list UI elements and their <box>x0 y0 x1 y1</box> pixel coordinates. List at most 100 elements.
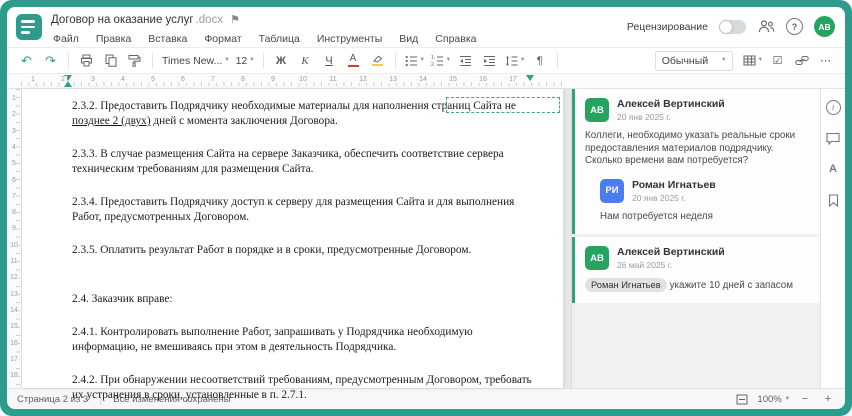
ruler-v-number: 2 <box>12 111 16 119</box>
toolbar-divider <box>262 53 264 68</box>
ruler-v-number: 7 <box>12 192 16 200</box>
printer-icon <box>80 54 93 67</box>
menu-help[interactable]: Справка <box>435 33 476 45</box>
comment-reply[interactable]: РИ Роман Игнатьев 20 янв 2025 г. Нам пот… <box>600 178 810 224</box>
document-area[interactable]: 2.3.2. Предоставить Подрядчику необходим… <box>22 89 571 401</box>
copy-button[interactable] <box>99 51 122 71</box>
comment-bubble-icon <box>826 132 840 145</box>
right-indent-marker[interactable] <box>526 75 534 81</box>
paragraph[interactable]: 2.4.1. Контролировать выполнение Работ, … <box>72 325 535 355</box>
chevron-down-icon: ▾ <box>420 56 424 64</box>
ruler-v-number: 6 <box>12 176 16 184</box>
spellcheck-button[interactable]: А <box>825 161 841 177</box>
bullet-list-button[interactable]: ▾ <box>402 51 427 71</box>
ruler-h-number: 13 <box>387 76 399 83</box>
ruler-h-number: 7 <box>209 76 217 83</box>
insert-checkbox-button[interactable]: ☑ <box>766 51 789 71</box>
redo-button[interactable]: ↷ <box>39 51 62 71</box>
comment-date: 26 май 2025 г. <box>617 260 673 270</box>
collaboration-button[interactable] <box>757 18 775 36</box>
comments-panel-button[interactable] <box>825 130 841 146</box>
numbered-list-button[interactable]: 1. 2. ▾ <box>428 51 453 71</box>
paragraph[interactable]: 2.3.5. Оплатить результат Работ в порядк… <box>72 243 535 258</box>
font-size-value: 12 <box>235 54 248 67</box>
paragraph[interactable]: 2.3.3. В случае размещения Сайта на серв… <box>72 147 535 177</box>
ruler-h-number: 17 <box>507 76 519 83</box>
document-info-button[interactable]: i <box>825 99 841 115</box>
chevron-down-icon: ▾ <box>722 56 726 64</box>
print-button[interactable] <box>75 51 98 71</box>
zoom-value: 100% <box>757 393 782 405</box>
italic-button[interactable]: К <box>294 51 317 71</box>
menu-format[interactable]: Формат <box>204 33 241 45</box>
menu-insert[interactable]: Вставка <box>148 33 187 45</box>
reply-author: Роман Игнатьев <box>632 178 716 191</box>
review-mode-label: Рецензирование <box>626 20 708 33</box>
review-toggle[interactable] <box>719 19 746 34</box>
favorite-flag-icon[interactable]: ⚑ <box>230 14 240 26</box>
toolbar-divider <box>68 53 69 68</box>
underline-button[interactable]: Ч <box>318 51 341 71</box>
user-avatar[interactable]: АВ <box>814 16 835 37</box>
highlight-button[interactable] <box>366 51 389 71</box>
reply-header: РИ Роман Игнатьев 20 янв 2025 г. <box>600 178 810 203</box>
paragraph[interactable]: 2.4. Заказчик вправе: <box>72 292 535 307</box>
indent-increase-button[interactable] <box>478 51 501 71</box>
tracked-change-outline[interactable] <box>446 97 560 113</box>
mention-chip: Роман Игнатьев <box>585 278 667 292</box>
more-tools-button[interactable]: ⋯ <box>814 51 837 71</box>
help-button[interactable]: ? <box>786 18 803 35</box>
menu-view[interactable]: Вид <box>399 33 418 45</box>
bold-button[interactable]: Ж <box>270 51 293 71</box>
menu-edit[interactable]: Правка <box>96 33 131 45</box>
bookmarks-button[interactable] <box>825 192 841 208</box>
menu-file[interactable]: Файл <box>53 33 79 45</box>
comment-avatar: АВ <box>585 98 609 122</box>
app-logo-icon[interactable] <box>16 14 42 40</box>
ruler-h-number: 11 <box>327 76 339 83</box>
paragraph[interactable]: 2.3.4. Предоставить Подрядчику доступ к … <box>72 195 535 225</box>
zoom-controls: 100% ▾ − + <box>736 393 835 405</box>
indent-decrease-button[interactable] <box>454 51 477 71</box>
comment-thread[interactable]: АВ Алексей Вертинский 26 май 2025 г. Ром… <box>572 237 820 303</box>
svg-text:2.: 2. <box>431 62 435 67</box>
insert-table-button[interactable]: ▾ <box>740 51 765 71</box>
info-icon: i <box>825 99 841 115</box>
nonprinting-chars-button[interactable]: ¶ <box>528 51 551 71</box>
ruler-h-number: 5 <box>149 76 157 83</box>
inserted-text: позднее 2 (двух) <box>72 115 151 127</box>
fit-page-button[interactable] <box>736 394 748 405</box>
line-spacing-button[interactable]: ▾ <box>502 51 527 71</box>
menu-table[interactable]: Таблица <box>259 33 300 45</box>
highlight-swatch <box>371 63 383 67</box>
ruler-v-number: 4 <box>12 143 16 151</box>
reply-avatar: РИ <box>600 178 624 203</box>
copy-icon <box>105 54 117 67</box>
font-family-select[interactable]: Times New... ▾ <box>159 51 232 71</box>
ruler-v-number: 8 <box>12 209 16 217</box>
format-paint-button[interactable] <box>123 51 146 71</box>
svg-text:1.: 1. <box>431 55 435 61</box>
insert-link-button[interactable] <box>790 51 813 71</box>
comment-date: 20 янв 2025 г. <box>617 112 671 122</box>
help-icon: ? <box>791 21 798 32</box>
zoom-in-button[interactable]: + <box>821 393 835 405</box>
menu-tools[interactable]: Инструменты <box>317 33 382 45</box>
zoom-select[interactable]: 100% ▾ <box>757 394 789 405</box>
chevron-down-icon: ▾ <box>758 56 762 64</box>
redo-icon: ↷ <box>45 52 56 68</box>
ruler-h-number: 3 <box>89 76 97 83</box>
font-color-button[interactable]: А <box>342 51 365 71</box>
font-size-select[interactable]: 12 ▾ <box>233 51 257 71</box>
chevron-down-icon: ▾ <box>785 394 789 402</box>
comment-text: Коллеги, необходимо указать реальные сро… <box>585 130 796 166</box>
undo-icon: ↶ <box>21 52 32 68</box>
undo-button[interactable]: ↶ <box>15 51 38 71</box>
ruler-h-number: 16 <box>477 76 489 83</box>
paragraph[interactable]: 2.4.2. При обнаружении несоответствий тр… <box>72 373 535 403</box>
zoom-out-button[interactable]: − <box>798 393 812 405</box>
ruler-v: 1 2 3 4 5 6 7 8 9 10 11 12 13 14 15 16 17 18 <box>7 89 22 388</box>
paragraph-style-select[interactable]: Обычный ▾ <box>654 50 733 71</box>
document-page[interactable]: 2.3.2. Предоставить Подрядчику необходим… <box>22 89 563 401</box>
comment-thread[interactable]: АВ Алексей Вертинский 20 янв 2025 г. Кол… <box>572 89 820 234</box>
